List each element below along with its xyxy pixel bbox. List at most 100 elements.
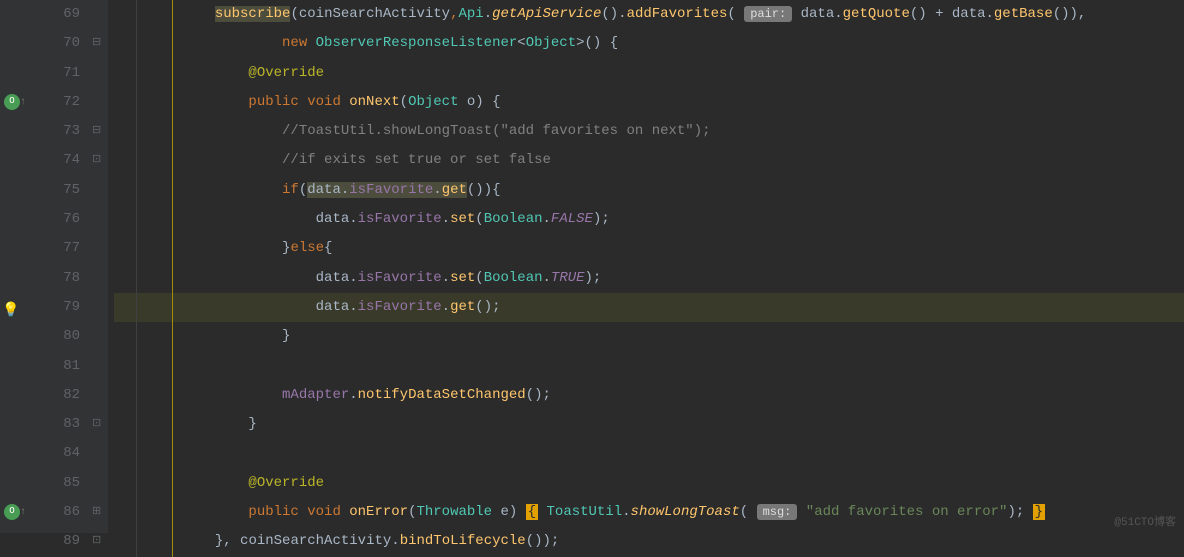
- line-number: 75: [28, 176, 80, 205]
- token: .: [986, 6, 994, 22]
- code-line[interactable]: data.isFavorite.set(Boolean.TRUE);: [114, 264, 1184, 293]
- badge-slot: [0, 0, 28, 29]
- code-line[interactable]: }else{: [114, 234, 1184, 263]
- token: subscribe: [215, 6, 291, 22]
- indent-guide-active: [172, 176, 173, 205]
- fold-slot: ⊡: [88, 146, 108, 175]
- badge-slot: [0, 352, 28, 381]
- fold-slot: [88, 293, 108, 322]
- indent-guide: [136, 498, 137, 527]
- token: );: [593, 211, 610, 227]
- code-line[interactable]: [114, 352, 1184, 381]
- token: },: [215, 533, 240, 549]
- badge-slot: O↑: [0, 88, 28, 117]
- line-number: 69: [28, 0, 80, 29]
- token: void: [307, 94, 349, 110]
- token: .: [349, 299, 357, 315]
- line-number: 84: [28, 439, 80, 468]
- fold-marker-icon[interactable]: ⊡: [92, 146, 101, 175]
- badge-slot: [0, 176, 28, 205]
- fold-marker-icon[interactable]: ⊡: [92, 410, 101, 439]
- fold-slot: [88, 205, 108, 234]
- code-line[interactable]: [114, 439, 1184, 468]
- fold-marker-icon[interactable]: ⊟: [92, 117, 101, 146]
- override-badge-icon[interactable]: O: [4, 94, 20, 110]
- line-number: 76: [28, 205, 80, 234]
- code-line[interactable]: mAdapter.notifyDataSetChanged();: [114, 381, 1184, 410]
- line-number-gutter: 69707172737475767778798081828384858689: [28, 0, 88, 533]
- code-line[interactable]: //if exits set true or set false: [114, 146, 1184, 175]
- token: >() {: [576, 35, 618, 51]
- override-badge-icon[interactable]: O: [4, 504, 20, 520]
- fold-slot: [88, 176, 108, 205]
- token: coinSearchActivity: [240, 533, 391, 549]
- token: .: [543, 211, 551, 227]
- fold-slot: [88, 0, 108, 29]
- code-line[interactable]: data.isFavorite.get();: [114, 293, 1184, 322]
- code-line[interactable]: //ToastUtil.showLongToast("add favorites…: [114, 117, 1184, 146]
- token: //ToastUtil.showLongToast("add favorites…: [282, 123, 710, 139]
- fold-slot: [88, 381, 108, 410]
- line-number: 74: [28, 146, 80, 175]
- badge-slot: [0, 410, 28, 439]
- code-line[interactable]: new ObserverResponseListener<Object>() {: [114, 29, 1184, 58]
- code-line[interactable]: @Override: [114, 59, 1184, 88]
- code-line[interactable]: }, coinSearchActivity.bindToLifecycle())…: [114, 527, 1184, 556]
- token: .: [349, 387, 357, 403]
- indent-guide-active: [172, 29, 173, 58]
- code-line[interactable]: public void onError(Throwable e) { Toast…: [114, 498, 1184, 527]
- fold-gutter: ⊟⊟⊡⊡⊞⊡: [88, 0, 108, 533]
- token: .: [341, 182, 349, 198]
- token: @Override: [248, 65, 324, 81]
- token: getBase: [994, 6, 1053, 22]
- fold-slot: [88, 234, 108, 263]
- token: );: [1007, 504, 1032, 520]
- token: bindToLifecycle: [400, 533, 526, 549]
- code-line[interactable]: subscribe(coinSearchActivity,Api.getApiS…: [114, 0, 1184, 29]
- token: .: [834, 6, 842, 22]
- token: (: [290, 6, 298, 22]
- code-editor[interactable]: O↑💡O↑ 6970717273747576777879808182838485…: [0, 0, 1184, 533]
- token: data: [801, 6, 835, 22]
- fold-slot: ⊡: [88, 410, 108, 439]
- indent-guide-active: [172, 293, 173, 322]
- token: .: [391, 533, 399, 549]
- token: data: [316, 270, 350, 286]
- fold-slot: [88, 439, 108, 468]
- code-line[interactable]: @Override: [114, 469, 1184, 498]
- token: data: [316, 211, 350, 227]
- fold-marker-icon[interactable]: ⊡: [92, 527, 101, 556]
- token: isFavorite: [358, 211, 442, 227]
- line-number: 79: [28, 293, 80, 322]
- code-line[interactable]: public void onNext(Object o) {: [114, 88, 1184, 117]
- indent-guide-active: [172, 205, 173, 234]
- badge-slot: [0, 439, 28, 468]
- override-arrow-icon: ↑: [20, 88, 26, 117]
- token: getQuote: [843, 6, 910, 22]
- fold-marker-icon[interactable]: ⊟: [92, 29, 101, 58]
- code-content: }else{: [114, 240, 332, 256]
- code-content: //if exits set true or set false: [114, 152, 551, 168]
- code-area[interactable]: subscribe(coinSearchActivity,Api.getApiS…: [108, 0, 1184, 533]
- code-content: data.isFavorite.set(Boolean.TRUE);: [114, 270, 601, 286]
- token: get: [450, 299, 475, 315]
- fold-slot: ⊞: [88, 498, 108, 527]
- indent-guide-active: [172, 381, 173, 410]
- token: new: [282, 35, 316, 51]
- token: onError: [349, 504, 408, 520]
- code-line[interactable]: }: [114, 322, 1184, 351]
- code-content: //ToastUtil.showLongToast("add favorites…: [114, 123, 711, 139]
- token: isFavorite: [358, 299, 442, 315]
- code-line[interactable]: }: [114, 410, 1184, 439]
- token: (): [910, 6, 927, 22]
- fold-marker-icon[interactable]: ⊞: [92, 498, 101, 527]
- badge-slot: [0, 146, 28, 175]
- token: FALSE: [551, 211, 593, 227]
- token: +: [927, 6, 952, 22]
- token: .: [349, 270, 357, 286]
- code-line[interactable]: if(data.isFavorite.get()){: [114, 176, 1184, 205]
- code-line[interactable]: data.isFavorite.set(Boolean.FALSE);: [114, 205, 1184, 234]
- token: showLongToast: [631, 504, 740, 520]
- indent-guide: [136, 469, 137, 498]
- token: isFavorite: [349, 182, 433, 198]
